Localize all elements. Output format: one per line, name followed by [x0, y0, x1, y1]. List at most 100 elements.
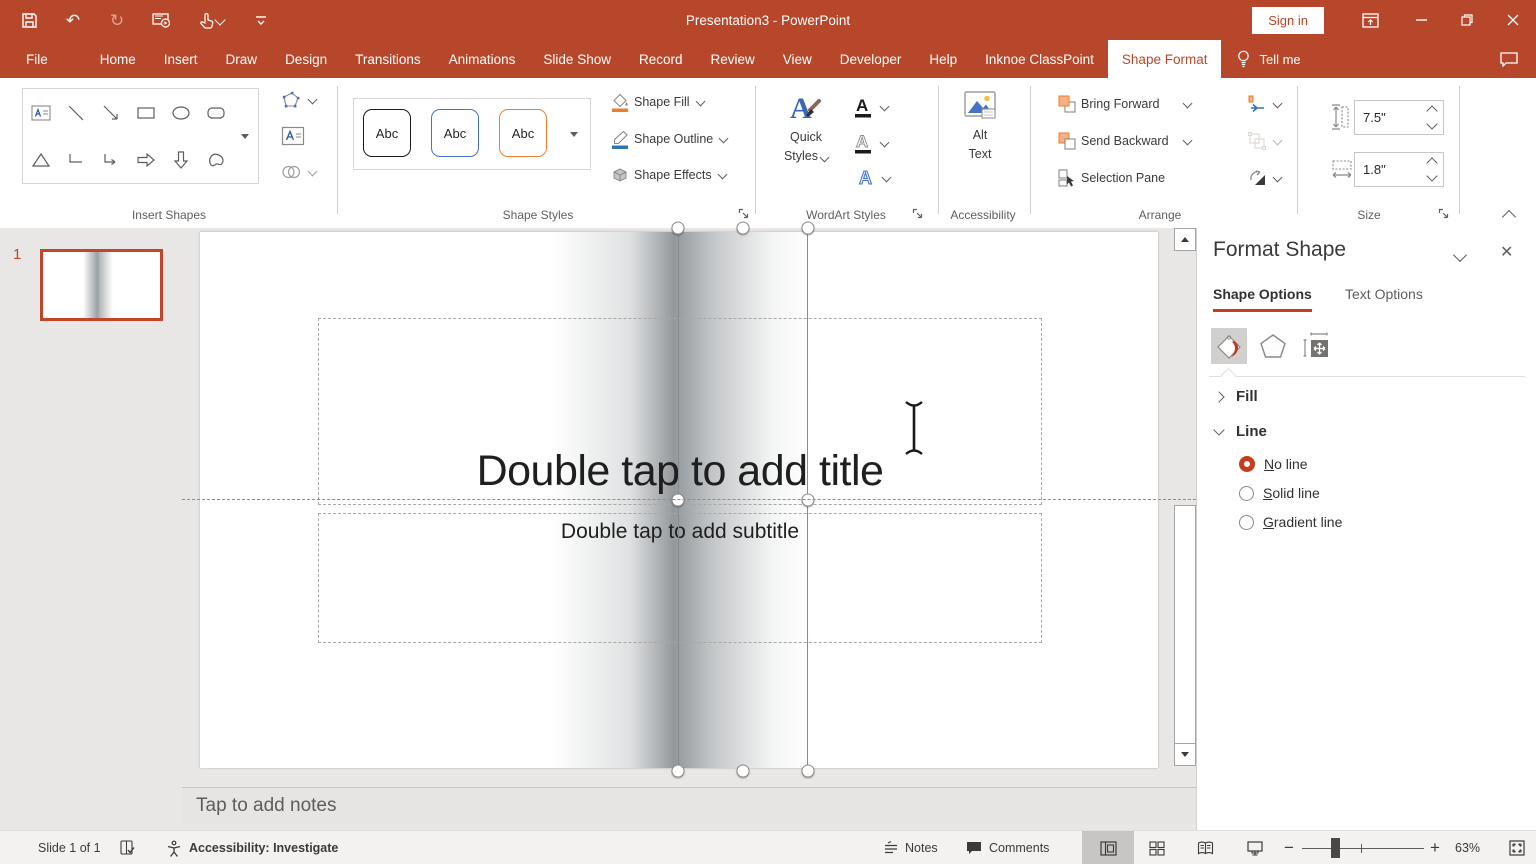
radio-solid-line[interactable]: Solid line — [1239, 485, 1320, 501]
tab-developer[interactable]: Developer — [826, 40, 916, 78]
shape-height-input[interactable] — [1355, 109, 1423, 126]
line-section-header[interactable]: Line — [1213, 423, 1267, 440]
customize-qat-icon[interactable] — [250, 9, 272, 31]
rectangle-shape-icon[interactable] — [128, 89, 163, 136]
slide-thumbnail[interactable] — [40, 249, 163, 321]
reading-view-button[interactable] — [1190, 831, 1220, 864]
draw-text-box-button[interactable] — [281, 125, 305, 147]
pane-close-icon[interactable]: ✕ — [1500, 242, 1513, 262]
right-arrow-shape-icon[interactable] — [128, 136, 163, 183]
tab-review[interactable]: Review — [697, 40, 769, 78]
slide[interactable]: Double tap to add title Double tap to ad… — [200, 221, 1158, 778]
spin-down-icon[interactable] — [1426, 118, 1438, 130]
spell-check-icon[interactable] — [120, 831, 135, 864]
tab-help[interactable]: Help — [915, 40, 971, 78]
zoom-out-button[interactable]: − — [1284, 831, 1294, 864]
notes-toggle[interactable]: Notes — [884, 831, 938, 864]
spin-up-icon[interactable] — [1426, 157, 1438, 169]
bring-forward-button[interactable]: Bring Forward — [1057, 94, 1193, 114]
resize-handle-bottom-right[interactable] — [801, 764, 815, 778]
redo-icon[interactable]: ↻ — [106, 9, 128, 31]
line-shape-icon[interactable] — [58, 89, 93, 136]
ribbon-display-options-icon[interactable] — [1350, 0, 1390, 40]
scroll-down-button[interactable] — [1174, 743, 1196, 766]
normal-view-button[interactable] — [1082, 831, 1134, 864]
resize-handle-top-center[interactable] — [736, 221, 750, 235]
effects-icon[interactable] — [1255, 328, 1291, 364]
shape-fill-button[interactable]: Shape Fill — [610, 91, 706, 113]
undo-icon[interactable]: ↶ — [62, 9, 84, 31]
merge-shapes-button[interactable] — [280, 162, 318, 182]
text-outline-button[interactable]: A — [852, 131, 890, 155]
tab-file[interactable]: File — [6, 40, 68, 78]
resize-handle-top-left[interactable] — [671, 221, 685, 235]
resize-handle-bottom-left[interactable] — [671, 764, 685, 778]
comments-toggle[interactable]: Comments — [966, 831, 1049, 864]
radio-no-line[interactable]: No line — [1239, 456, 1308, 472]
shape-style-preview-3[interactable]: Abc — [499, 109, 547, 157]
tab-design[interactable]: Design — [271, 40, 341, 78]
slide-sorter-view-button[interactable] — [1142, 831, 1172, 864]
shape-styles-more-button[interactable] — [558, 98, 591, 170]
tab-shape-options[interactable]: Shape Options — [1213, 286, 1312, 312]
radio-gradient-line[interactable]: Gradient line — [1239, 514, 1342, 530]
shapes-gallery-more-button[interactable] — [232, 88, 259, 184]
shape-style-preview-2[interactable]: Abc — [431, 109, 479, 157]
tab-record[interactable]: Record — [625, 40, 697, 78]
zoom-level[interactable]: 63% — [1455, 831, 1480, 864]
shape-style-preview-1[interactable]: Abc — [363, 109, 411, 157]
tab-insert[interactable]: Insert — [150, 40, 212, 78]
shape-width-input[interactable] — [1355, 161, 1423, 178]
zoom-slider-track[interactable] — [1302, 848, 1424, 849]
size-dialog-launcher-icon[interactable] — [1438, 208, 1452, 222]
send-backward-button[interactable]: Send Backward — [1057, 131, 1193, 151]
accessibility-status[interactable]: Accessibility: Investigate — [166, 831, 338, 864]
tab-home[interactable]: Home — [86, 40, 150, 78]
slide-indicator[interactable]: Slide 1 of 1 — [38, 831, 101, 864]
save-icon[interactable] — [18, 9, 40, 31]
rotate-objects-button[interactable] — [1247, 168, 1283, 188]
restore-button[interactable] — [1444, 0, 1490, 40]
shape-styles-dialog-launcher-icon[interactable] — [738, 208, 752, 222]
start-slideshow-icon[interactable] — [150, 9, 172, 31]
line-arrow-shape-icon[interactable] — [93, 89, 128, 136]
close-button[interactable] — [1490, 0, 1536, 40]
group-objects-button[interactable] — [1247, 131, 1283, 151]
notes-pane[interactable]: Tap to add notes — [182, 787, 1196, 824]
tab-shape-format[interactable]: Shape Format — [1107, 40, 1222, 78]
scrollbar-thumb[interactable] — [1174, 505, 1196, 744]
shape-outline-button[interactable]: Shape Outline — [610, 128, 729, 150]
touch-mouse-mode-icon[interactable] — [194, 9, 228, 31]
edit-shape-button[interactable] — [280, 90, 318, 110]
fill-and-line-icon[interactable] — [1211, 328, 1247, 364]
pane-collapse-icon[interactable] — [1452, 247, 1468, 263]
collapse-ribbon-icon[interactable] — [1501, 209, 1517, 225]
shape-effects-button[interactable]: Shape Effects — [610, 165, 728, 185]
tell-me-button[interactable]: Tell me — [1223, 40, 1314, 78]
text-fill-button[interactable]: A — [852, 95, 890, 119]
oval-shape-icon[interactable] — [163, 89, 198, 136]
rounded-rectangle-shape-icon[interactable] — [198, 89, 233, 136]
resize-handle-bottom-center[interactable] — [736, 764, 750, 778]
zoom-in-button[interactable]: + — [1430, 831, 1440, 864]
spin-down-icon[interactable] — [1426, 170, 1438, 182]
tab-transitions[interactable]: Transitions — [341, 40, 435, 78]
tab-animations[interactable]: Animations — [435, 40, 530, 78]
selection-pane-button[interactable]: Selection Pane — [1057, 168, 1165, 188]
tab-slide-show[interactable]: Slide Show — [529, 40, 625, 78]
scroll-up-button[interactable] — [1174, 228, 1196, 251]
resize-handle-top-right[interactable] — [801, 221, 815, 235]
text-box-shape-icon[interactable] — [23, 89, 58, 136]
elbow-arrow-connector-shape-icon[interactable] — [93, 136, 128, 183]
feedback-icon[interactable] — [1492, 40, 1526, 78]
text-effects-button[interactable]: A — [856, 167, 892, 189]
down-arrow-shape-icon[interactable] — [163, 136, 198, 183]
tab-draw[interactable]: Draw — [212, 40, 272, 78]
elbow-connector-shape-icon[interactable] — [58, 136, 93, 183]
minimize-button[interactable] — [1398, 0, 1444, 40]
fit-slide-to-window-button[interactable] — [1500, 831, 1534, 864]
sign-in-button[interactable]: Sign in — [1252, 6, 1324, 34]
freeform-shape-icon[interactable] — [198, 136, 233, 183]
tab-text-options[interactable]: Text Options — [1345, 286, 1423, 302]
triangle-shape-icon[interactable] — [23, 136, 58, 183]
